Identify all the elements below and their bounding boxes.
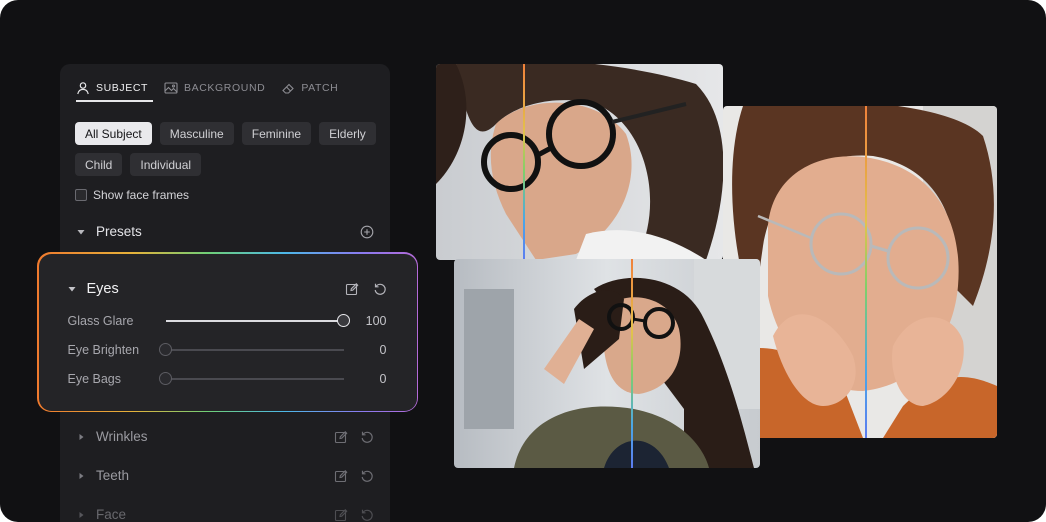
tab-background[interactable]: BACKGROUND <box>164 78 265 98</box>
portrait-photo-1 <box>436 64 723 260</box>
eyes-card-body: Eyes Glass Glare 100 Eye Brighten 0 Eye … <box>38 253 417 411</box>
slider-handle[interactable] <box>159 342 172 356</box>
reset-icon[interactable] <box>360 430 374 444</box>
before-after-divider[interactable] <box>523 64 525 260</box>
section-label: Teeth <box>96 468 130 483</box>
filter-individual[interactable]: Individual <box>130 153 202 176</box>
slider-eye-brighten: Eye Brighten 0 <box>68 340 387 360</box>
caret-right-icon <box>79 472 84 479</box>
image-icon <box>164 82 178 94</box>
filter-elderly[interactable]: Elderly <box>319 122 376 145</box>
caret-right-icon <box>79 511 84 518</box>
show-face-frames-toggle[interactable]: Show face frames <box>75 188 189 202</box>
tab-label: BACKGROUND <box>184 82 266 94</box>
caret-right-icon <box>79 433 84 440</box>
reset-icon[interactable] <box>360 469 374 483</box>
slider-label: Eye Brighten <box>67 342 140 357</box>
slider-value: 0 <box>379 371 387 386</box>
slider-fill <box>165 319 344 322</box>
eyes-section-header[interactable]: Eyes <box>67 281 387 297</box>
tab-subject[interactable]: SUBJECT <box>76 78 148 98</box>
slider-track[interactable] <box>165 313 350 327</box>
edit-icon[interactable] <box>334 469 348 483</box>
section-label: Eyes <box>86 280 119 297</box>
section-label: Presets <box>96 224 142 239</box>
checkbox[interactable] <box>75 189 87 201</box>
reset-icon[interactable] <box>373 282 387 296</box>
checkbox-label: Show face frames <box>93 188 190 202</box>
wrinkles-section[interactable]: Wrinkles <box>76 429 374 444</box>
filter-masculine[interactable]: Masculine <box>159 122 234 145</box>
caret-down-icon <box>77 229 85 234</box>
add-preset-icon[interactable] <box>360 225 374 239</box>
slider-eye-bags: Eye Bags 0 <box>68 369 387 389</box>
app-canvas: SUBJECT BACKGROUND PATCH All Subject Mas… <box>0 0 1046 522</box>
filter-feminine[interactable]: Feminine <box>241 122 312 145</box>
subject-filter-chips: All Subject Masculine Feminine Elderly C… <box>75 122 385 176</box>
section-label: Wrinkles <box>96 429 148 444</box>
presets-section[interactable]: Presets <box>76 224 374 239</box>
before-after-divider[interactable] <box>631 259 633 468</box>
portrait-photo-2 <box>723 106 997 438</box>
teeth-section[interactable]: Teeth <box>76 468 374 483</box>
slider-glass-glare: Glass Glare 100 <box>68 311 387 331</box>
eraser-icon <box>282 83 295 94</box>
slider-handle[interactable] <box>337 313 350 327</box>
section-label: Face <box>96 507 127 522</box>
panel-tabs: SUBJECT BACKGROUND PATCH <box>76 78 338 102</box>
slider-label: Eye Bags <box>67 371 122 386</box>
slider-value: 0 <box>379 342 387 357</box>
edit-icon[interactable] <box>334 508 348 522</box>
portrait-photo-3 <box>454 259 760 468</box>
slider-track[interactable] <box>159 371 344 385</box>
before-after-divider[interactable] <box>865 106 867 438</box>
caret-down-icon <box>68 286 75 291</box>
edit-icon[interactable] <box>334 430 348 444</box>
slider-track[interactable] <box>159 342 344 356</box>
edit-icon[interactable] <box>345 282 359 296</box>
tab-label: PATCH <box>301 82 339 94</box>
eyes-adjustment-card: Eyes Glass Glare 100 Eye Brighten 0 Eye … <box>37 252 418 412</box>
reset-icon[interactable] <box>360 508 374 522</box>
active-tab-indicator <box>76 100 153 102</box>
user-icon <box>77 82 89 95</box>
filter-child[interactable]: Child <box>75 153 123 176</box>
tab-patch[interactable]: PATCH <box>281 78 338 98</box>
filter-all-subject[interactable]: All Subject <box>75 122 152 145</box>
slider-label: Glass Glare <box>67 313 134 328</box>
tab-label: SUBJECT <box>96 82 149 94</box>
slider-handle[interactable] <box>159 371 172 385</box>
face-section[interactable]: Face <box>76 507 374 522</box>
